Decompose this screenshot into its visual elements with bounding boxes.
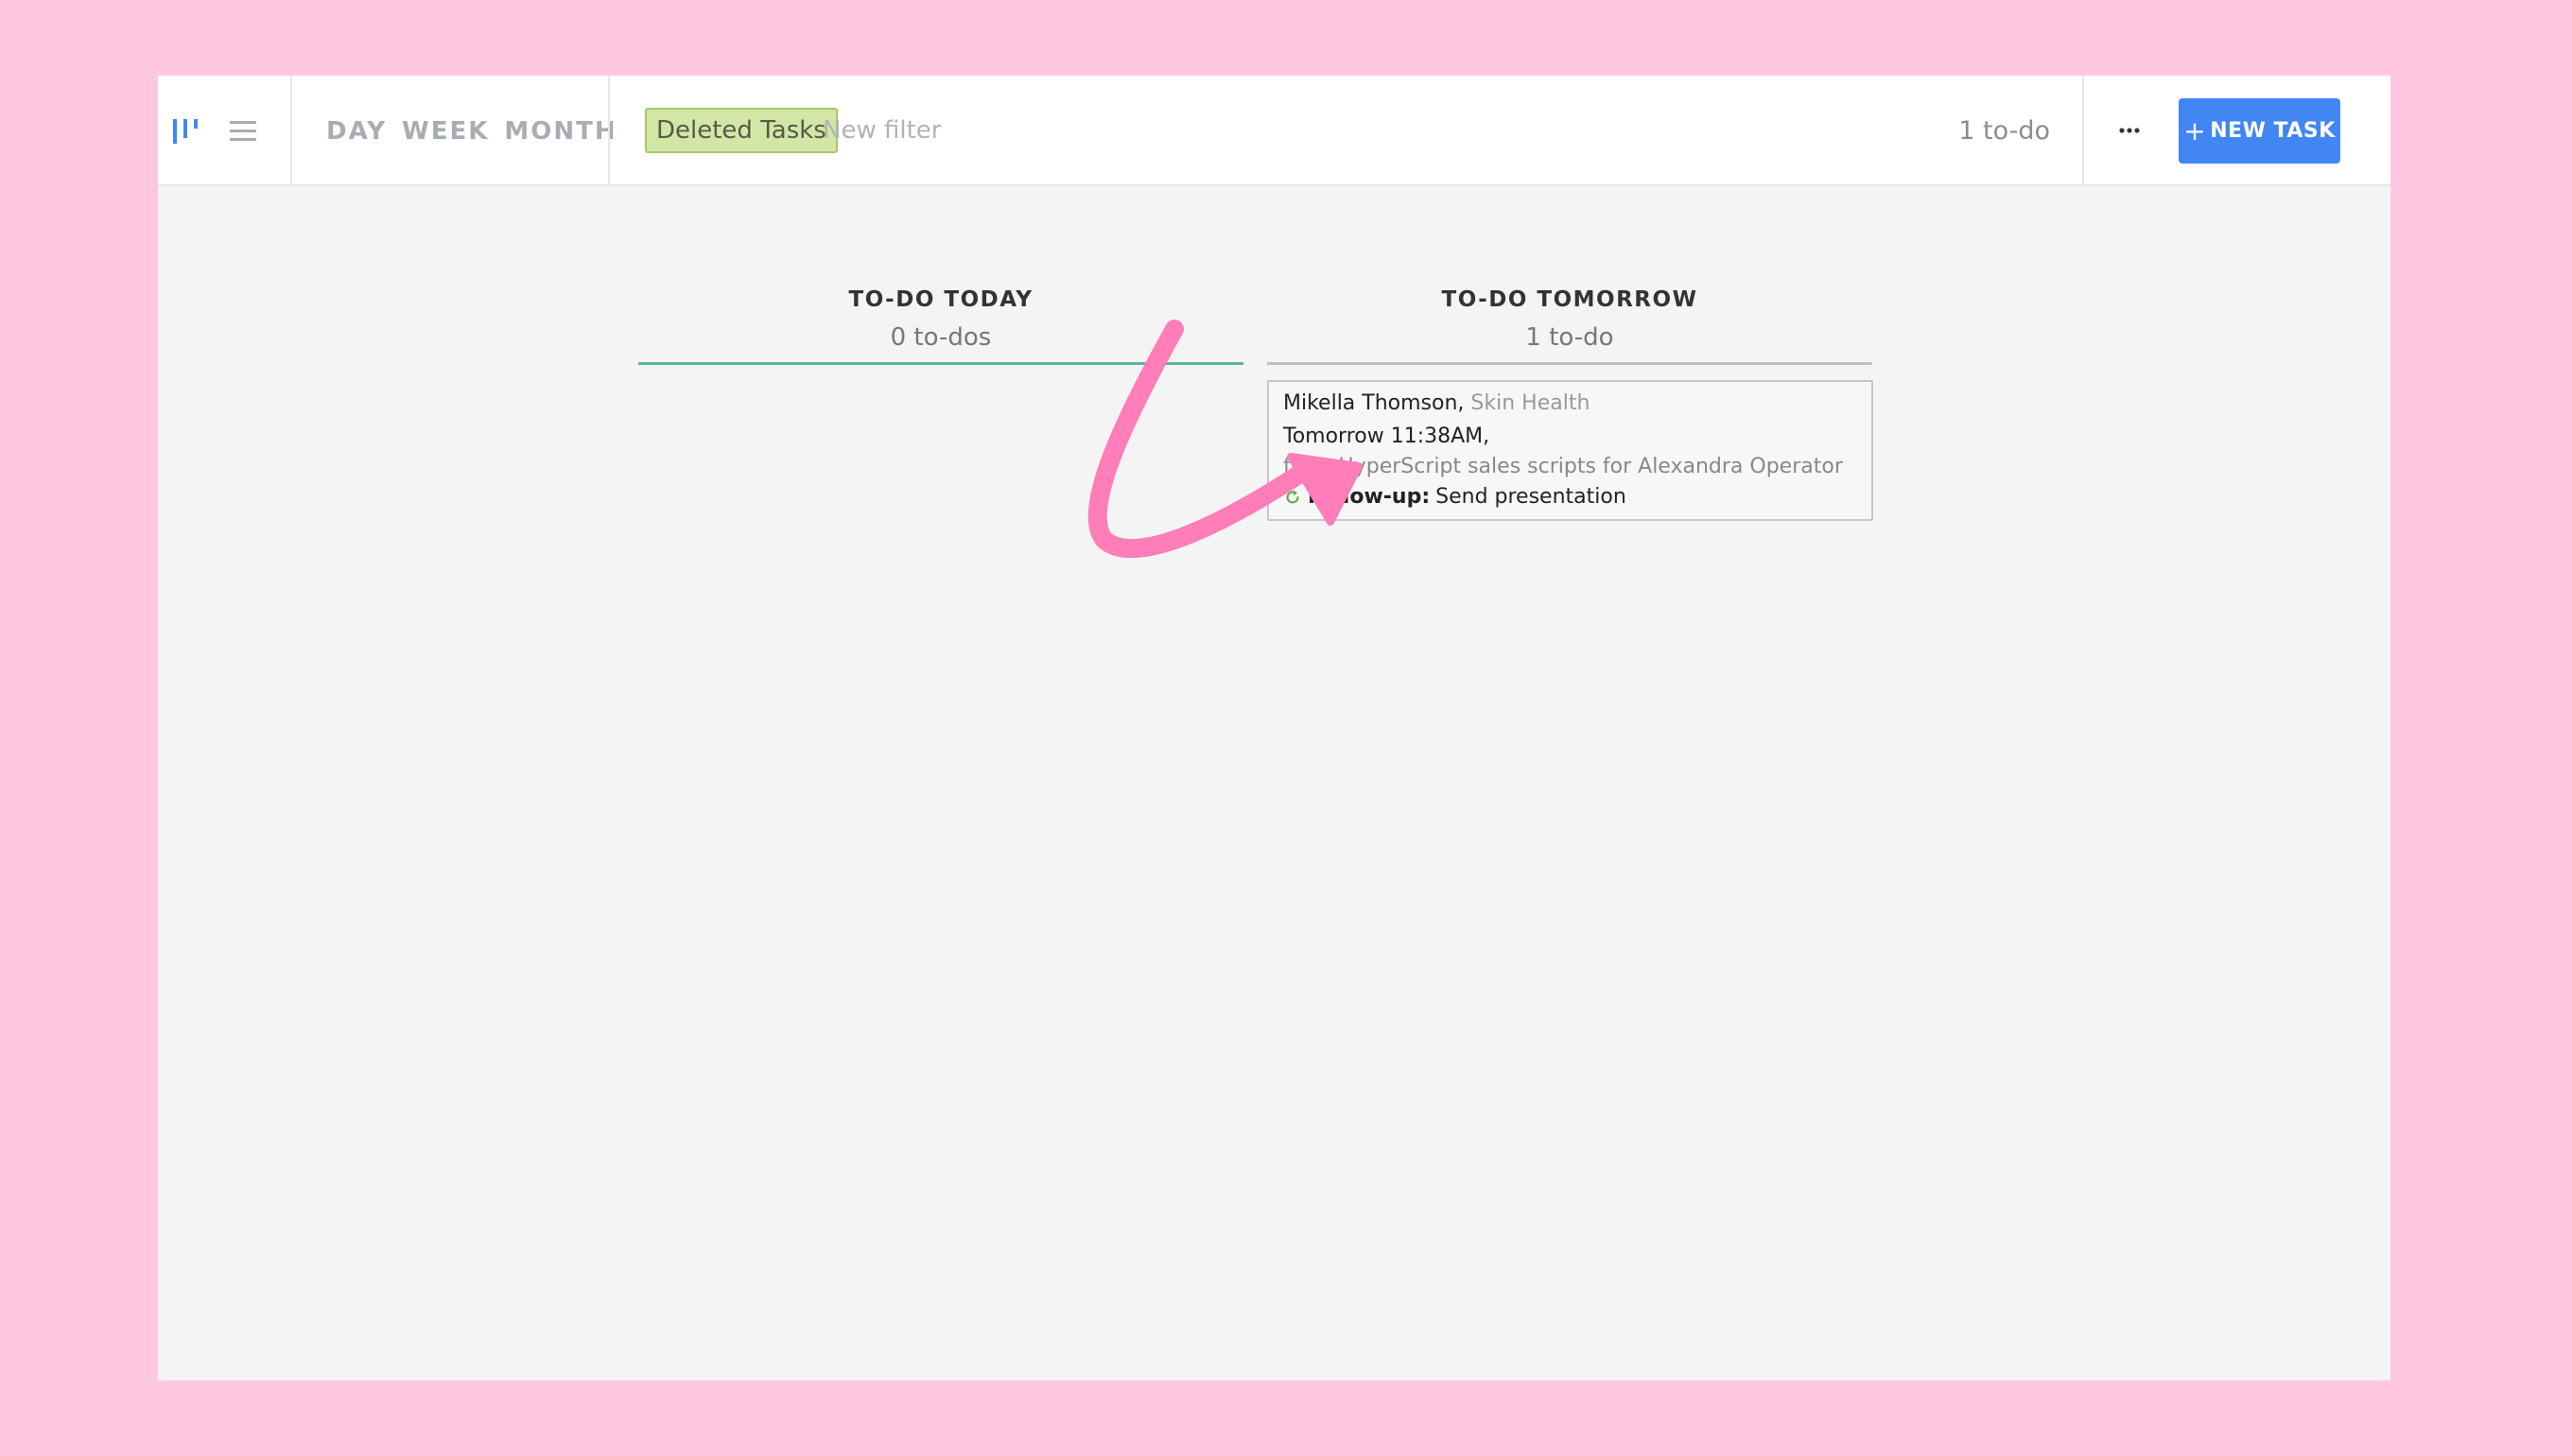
new-task-label: NEW TASK	[2210, 119, 2336, 143]
task-contact-line: Mikella Thomson, Skin Health	[1283, 391, 1590, 415]
todo-count: 1 to-do	[1958, 116, 2050, 146]
task-board-window: DAY WEEK MONTH Deleted Tasks 1 to-do + N…	[158, 76, 2390, 1380]
task-title-line: Follow-up: Send presentation	[1283, 485, 1626, 509]
tab-day[interactable]: DAY	[326, 117, 387, 146]
board-view-icon[interactable]	[169, 112, 207, 149]
toolbar-divider	[2082, 76, 2084, 186]
filter-chip-deleted-tasks[interactable]: Deleted Tasks	[645, 108, 838, 153]
new-filter-input[interactable]	[823, 108, 1069, 153]
column-title: TO-DO TODAY	[848, 287, 1034, 312]
toolbar: DAY WEEK MONTH Deleted Tasks 1 to-do + N…	[158, 76, 2390, 186]
task-type: Follow-up:	[1308, 485, 1431, 509]
plus-icon: +	[2183, 114, 2207, 147]
task-card[interactable]: Mikella Thomson, Skin Health Tomorrow 11…	[1267, 380, 1873, 521]
company-name[interactable]: Skin Health	[1470, 391, 1590, 415]
list-view-icon[interactable]	[224, 112, 262, 149]
task-title: Send presentation	[1435, 485, 1626, 509]
column-underline	[638, 362, 1243, 365]
task-source: from HyperScript sales scripts for Alexa…	[1283, 455, 1843, 478]
task-due-time: Tomorrow 11:38AM,	[1283, 425, 1490, 448]
column-count: 0 to-dos	[890, 323, 992, 352]
column-title: TO-DO TOMORROW	[1441, 287, 1698, 312]
date-range-tabs: DAY WEEK MONTH	[326, 76, 617, 186]
ellipsis-icon	[2119, 128, 2140, 133]
column-underline	[1267, 362, 1872, 365]
column-count: 1 to-do	[1525, 323, 1614, 352]
tab-week[interactable]: WEEK	[402, 117, 489, 146]
more-options-button[interactable]	[2109, 112, 2150, 149]
toolbar-divider	[608, 76, 610, 186]
pink-curved-arrow	[1087, 320, 1363, 559]
toolbar-divider	[290, 76, 292, 186]
contact-name[interactable]: Mikella Thomson,	[1283, 391, 1464, 415]
follow-up-icon	[1286, 490, 1299, 503]
new-task-button[interactable]: + NEW TASK	[2179, 98, 2340, 164]
tab-month[interactable]: MONTH	[504, 117, 617, 146]
